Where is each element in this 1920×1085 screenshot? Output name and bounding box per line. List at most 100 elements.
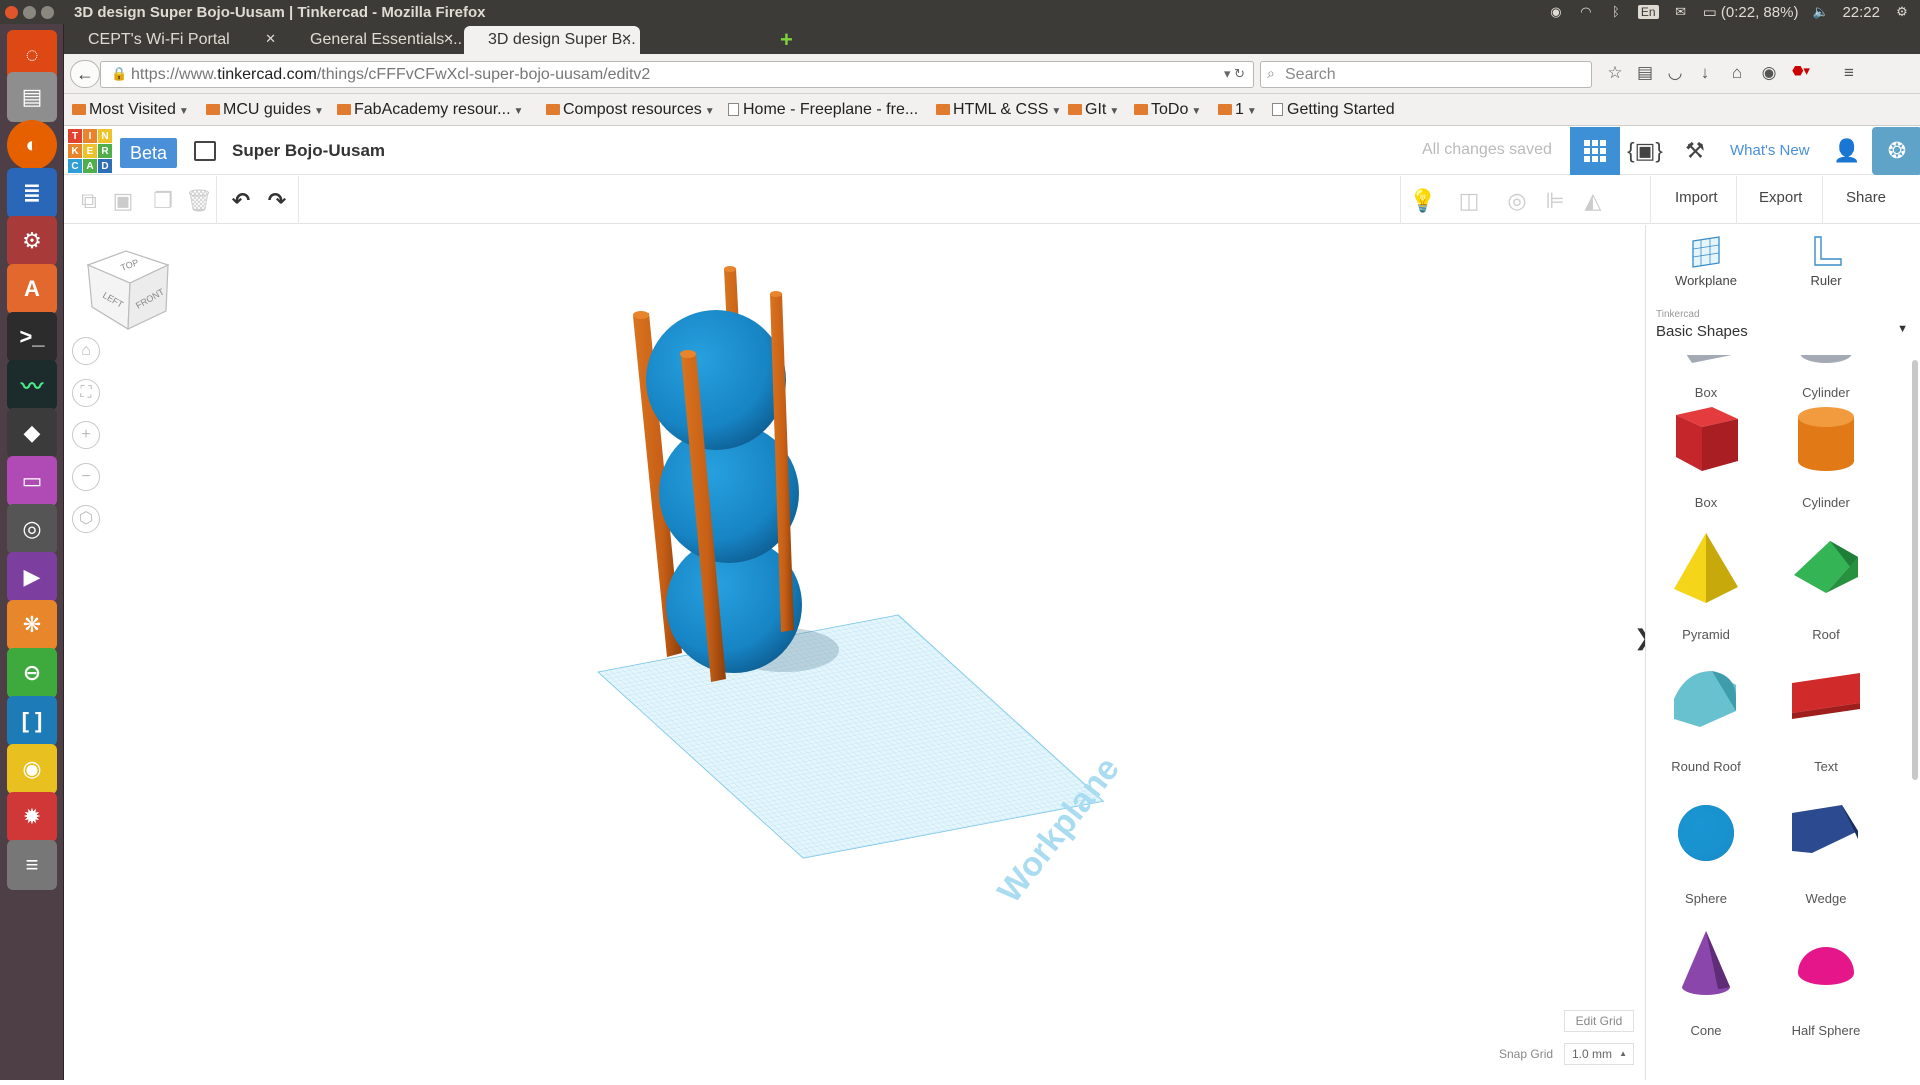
tab-wifi-portal[interactable]: CEPT's Wi-Fi Portal ✕	[64, 26, 284, 54]
battery-indicator[interactable]: ▭ (0:22, 88%)	[1703, 3, 1799, 21]
shape-cone[interactable]: Cone	[1646, 923, 1766, 1053]
library-select[interactable]: Basic Shapes	[1656, 323, 1748, 340]
perspective-button[interactable]: ⬡	[72, 505, 100, 533]
bricks-button[interactable]: ⚒	[1670, 127, 1720, 175]
bookmark-getting-started[interactable]: Getting Started	[1272, 101, 1395, 119]
workspace-icon[interactable]: ≡	[7, 840, 57, 890]
bookmark-freeplane[interactable]: Home - Freeplane - fre...	[728, 101, 918, 119]
maximize-window-icon[interactable]	[41, 5, 54, 19]
bookmark-html-css[interactable]: HTML & CSS ▼	[936, 101, 1061, 119]
mirror-icon[interactable]: ◭	[1580, 188, 1606, 214]
design-menu-icon[interactable]	[194, 141, 216, 161]
clock[interactable]: 22:22	[1842, 4, 1880, 21]
scene-canvas[interactable]: Workplane TOP LEFT FRONT	[64, 225, 1644, 1080]
files-icon[interactable]: ▤	[7, 72, 57, 122]
copy-icon[interactable]: ⧉	[76, 188, 102, 214]
system-monitor-icon[interactable]: 〰	[7, 360, 57, 410]
view-cube[interactable]: TOP LEFT FRONT	[86, 250, 170, 331]
menu-icon[interactable]: ≡	[1838, 63, 1860, 85]
shape-round-roof[interactable]: Round Roof	[1646, 659, 1766, 789]
close-tab-icon[interactable]: ✕	[621, 31, 632, 47]
settings-tool-icon[interactable]: ⚙	[7, 216, 57, 266]
butterfly-app-icon[interactable]: ❋	[7, 600, 57, 650]
redo-icon[interactable]: ↷	[264, 188, 290, 214]
export-button[interactable]: Export	[1759, 189, 1802, 206]
avatar[interactable]: ❂	[1872, 127, 1920, 175]
circle-app-icon[interactable]: ⊖	[7, 648, 57, 698]
shape-cylinder[interactable]: Cylinder	[1766, 395, 1886, 525]
presentation-icon[interactable]: ▭	[7, 456, 57, 506]
beta-badge[interactable]: Beta	[120, 138, 178, 168]
panel-scrollbar[interactable]	[1912, 360, 1918, 780]
duplicate-icon[interactable]: ❐	[150, 188, 176, 214]
paste-icon[interactable]: ▣	[110, 188, 136, 214]
adblock-icon[interactable]: ⬣▾	[1790, 63, 1812, 85]
shape-half-sphere[interactable]: Half Sphere	[1766, 923, 1886, 1053]
bookmark-most-visited[interactable]: Most Visited ▼	[72, 101, 189, 119]
zoom-in-button[interactable]: +	[72, 421, 100, 449]
edit-grid-button[interactable]: Edit Grid	[1564, 1010, 1634, 1032]
reading-list-icon[interactable]: ▤	[1634, 63, 1656, 85]
software-center-icon[interactable]: A	[7, 264, 57, 314]
undo-icon[interactable]: ↶	[228, 188, 254, 214]
bookmark-compost[interactable]: Compost resources ▼	[546, 101, 715, 119]
writer-icon[interactable]: ≣	[7, 168, 57, 218]
reload-icon[interactable]: ▾ ↻	[1224, 66, 1245, 82]
close-window-icon[interactable]	[5, 5, 18, 19]
url-bar[interactable]: 🔒 https://www.tinkercad.com/things/cFFFv…	[100, 61, 1254, 88]
shape-box[interactable]: Box	[1646, 395, 1766, 525]
whats-new-link[interactable]: What's New	[1730, 142, 1810, 159]
bookmark-1[interactable]: 1 ▼	[1218, 101, 1257, 119]
wifi-icon[interactable]: ◠	[1578, 4, 1594, 20]
bluetooth-icon[interactable]: ᛒ	[1608, 4, 1624, 20]
ungroup-icon[interactable]: ◎	[1504, 188, 1530, 214]
gear-app-icon[interactable]: ✹	[7, 792, 57, 842]
camera-icon[interactable]: ◎	[7, 504, 57, 554]
bookmark-star-icon[interactable]: ☆	[1604, 63, 1626, 85]
snap-grid-select[interactable]: 1.0 mm ▲	[1564, 1043, 1634, 1065]
search-bar[interactable]: ⌕ Search	[1260, 61, 1592, 88]
3d-viewport[interactable]: Workplane TOP LEFT FRONT ⌂ ⛶ + − ⬡ ❯ Edi…	[64, 225, 1652, 1080]
sphere-top[interactable]	[646, 310, 786, 450]
bookmark-todo[interactable]: ToDo ▼	[1134, 101, 1201, 119]
bookmark-fabacademy[interactable]: FabAcademy resour... ▼	[337, 101, 523, 119]
3d-view-button[interactable]	[1570, 127, 1620, 175]
workplane-tool[interactable]: Workplane	[1666, 235, 1746, 288]
mail-icon[interactable]: ✉	[1673, 4, 1689, 20]
tinkercad-logo[interactable]: T I N K E R C A D	[68, 129, 112, 173]
bracket-app-icon[interactable]: [ ]	[7, 696, 57, 746]
shape-pyramid[interactable]: Pyramid	[1646, 527, 1766, 657]
design-name[interactable]: Super Bojo-Uusam	[232, 141, 385, 161]
close-tab-icon[interactable]: ✕	[443, 31, 454, 47]
video-icon[interactable]: ▶	[7, 552, 57, 602]
inkscape-icon[interactable]: ◆	[7, 408, 57, 458]
group-icon[interactable]: ◫	[1456, 188, 1482, 214]
pocket-icon[interactable]: ◡	[1664, 63, 1686, 85]
shape-sphere[interactable]: Sphere	[1646, 791, 1766, 921]
import-button[interactable]: Import	[1675, 189, 1718, 206]
fit-view-button[interactable]: ⛶	[72, 379, 100, 407]
chat-icon[interactable]: ◉	[1758, 63, 1780, 85]
terminal-icon[interactable]: >_	[7, 312, 57, 362]
minimize-window-icon[interactable]	[23, 5, 36, 19]
close-tab-icon[interactable]: ✕	[265, 31, 276, 47]
shape-text[interactable]: Text	[1766, 659, 1886, 789]
align-icon[interactable]: ⊫	[1542, 188, 1568, 214]
chrome-tray-icon[interactable]: ◉	[1548, 4, 1564, 20]
download-icon[interactable]: ↓	[1694, 63, 1716, 85]
codeblocks-button[interactable]: {▣}	[1620, 127, 1670, 175]
share-button[interactable]: Share	[1846, 189, 1886, 206]
home-icon[interactable]: ⌂	[1726, 63, 1748, 85]
home-view-button[interactable]: ⌂	[72, 337, 100, 365]
delete-icon[interactable]: 🗑	[185, 188, 213, 214]
bookmark-mcu-guides[interactable]: MCU guides ▼	[206, 101, 324, 119]
dropdown-icon[interactable]: ▼	[1897, 323, 1908, 335]
bookmark-git[interactable]: GIt ▼	[1068, 101, 1119, 119]
new-tab-button[interactable]: +	[780, 27, 793, 53]
ruler-tool[interactable]: Ruler	[1786, 235, 1866, 288]
add-user-button[interactable]: 👤	[1822, 127, 1872, 175]
back-button[interactable]: ←	[70, 60, 100, 88]
lock-icon[interactable]: 🔒	[111, 66, 127, 82]
tab-3d-design[interactable]: 3D design Super B... ✕	[464, 26, 640, 54]
shape-roof[interactable]: Roof	[1766, 527, 1886, 657]
